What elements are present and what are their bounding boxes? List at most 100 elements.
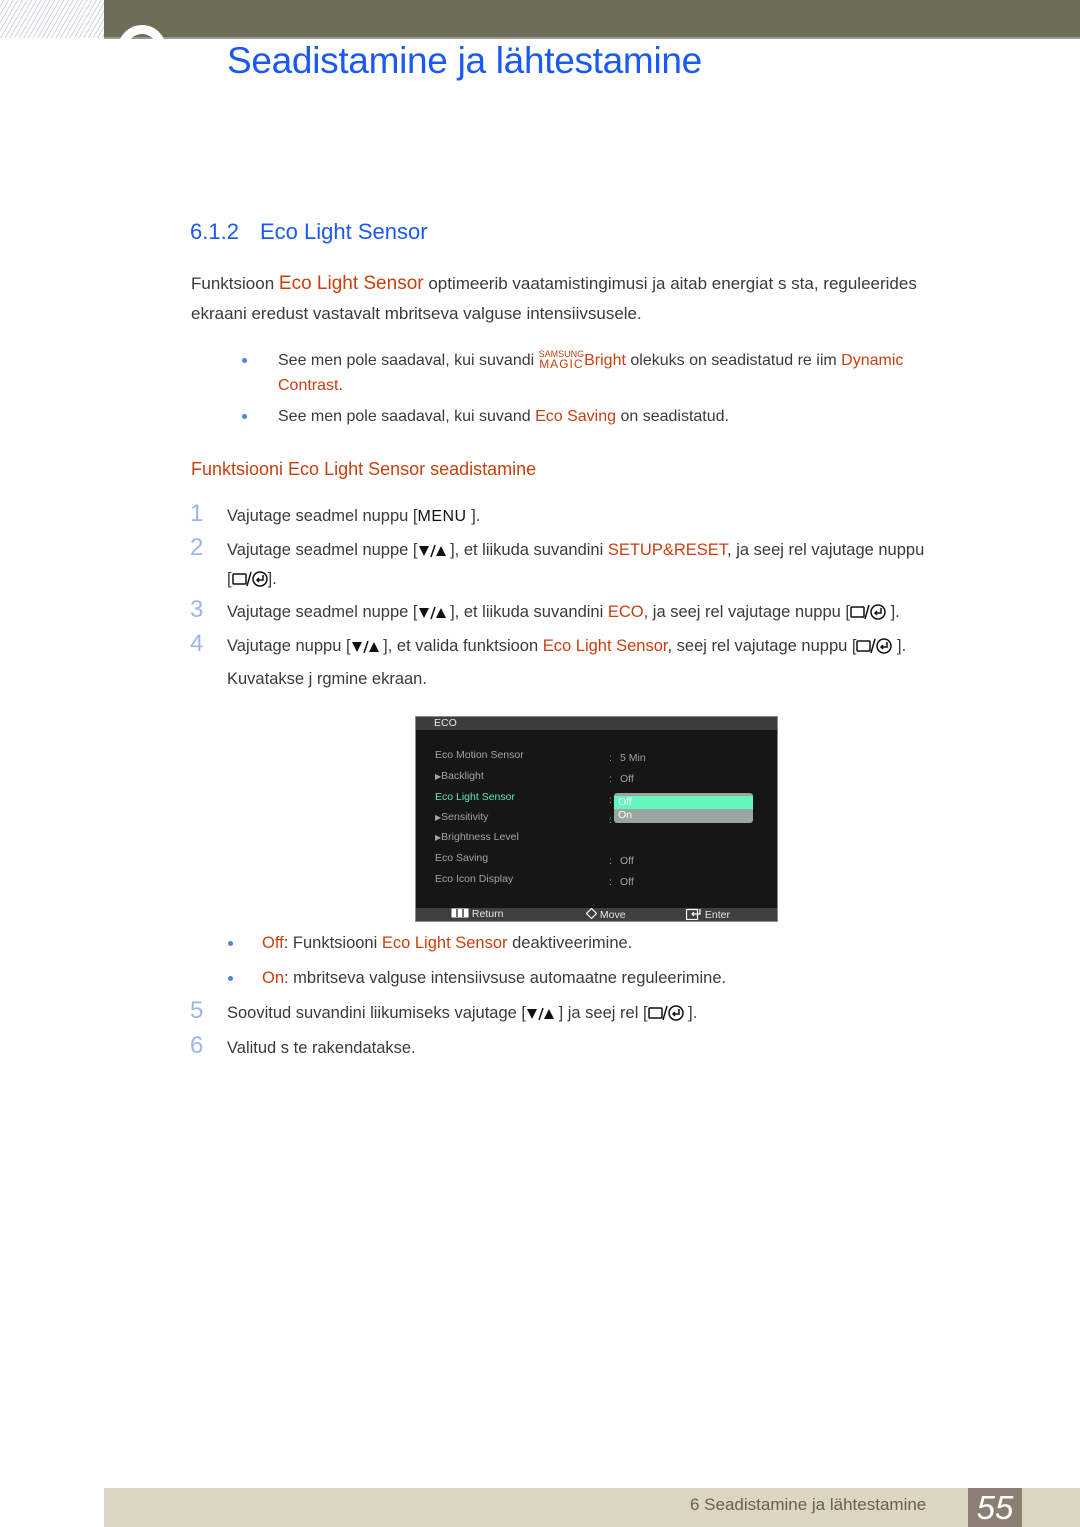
step-text: Vajutage seadmel nuppu [ xyxy=(227,507,418,525)
down-up-arrow-key-icon xyxy=(351,634,379,664)
intro-highlight: Eco Light Sensor xyxy=(278,273,424,294)
source-enter-key-icon xyxy=(856,634,893,664)
osd-row-brightness-level: ▶Brightness Level xyxy=(435,831,519,843)
step-text: ] ja seej rel [ xyxy=(554,1004,648,1022)
note-text: See men pole saadaval, kui suvand xyxy=(278,408,536,425)
step-text: ], et valida funktsioon xyxy=(378,637,543,655)
step-text: Soovitud suvandini liikumiseks vajutage … xyxy=(227,1004,526,1022)
source-enter-key-icon xyxy=(231,567,268,597)
intro-prefix: Funktsioon xyxy=(191,274,279,293)
osd-row-label: Eco Icon Display xyxy=(435,873,514,885)
step-6: 6 Valitud s te rakendatakse. xyxy=(190,1032,416,1063)
osd-footer: Return Move Enter xyxy=(416,907,777,922)
step-highlight: SETUP&RESET xyxy=(607,541,728,559)
osd-option-off: Off xyxy=(614,796,753,809)
osd-row-eco-saving: Eco Saving xyxy=(435,852,488,864)
menu-icon xyxy=(451,908,469,918)
step-text: ]. xyxy=(892,637,907,655)
header-hatch-decoration xyxy=(0,0,104,38)
source-enter-key-icon xyxy=(850,600,886,630)
chapter-title: Seadistamine ja lähtestamine xyxy=(227,40,702,81)
osd-move-label: Move xyxy=(599,909,626,921)
osd-row-label: Brightness Level xyxy=(441,831,519,843)
step-text: ], et liikuda suvandini xyxy=(445,603,608,621)
osd-row-eco-motion-sensor: Eco Motion Sensor xyxy=(435,749,524,761)
osd-enter-hint: Enter xyxy=(685,908,731,922)
osd-return-label: Return xyxy=(471,908,504,920)
step-number: 4 xyxy=(190,630,204,657)
header-bar xyxy=(104,0,1080,39)
note-highlight: Bright xyxy=(584,352,626,369)
down-up-arrow-key-icon xyxy=(526,1001,554,1031)
down-up-arrow-key-icon xyxy=(418,538,446,568)
step-text: , ja seej rel vajutage nuppu xyxy=(727,541,925,559)
note-text: . xyxy=(338,377,343,394)
note-text: on seadistatud. xyxy=(616,408,729,425)
step-text: ]. xyxy=(683,1004,698,1022)
option-highlight: Eco Light Sensor xyxy=(381,934,508,952)
step-3: 3 Vajutage seadmel nuppe [ ], et liikuda… xyxy=(190,596,987,630)
step-text: Vajutage seadmel nuppe [ xyxy=(227,603,418,621)
intro-paragraph: Funktsioon Eco Light Sensor optimeerib v… xyxy=(191,269,991,329)
osd-row-label: Eco Light Sensor xyxy=(435,791,515,803)
step-text: ]. xyxy=(886,603,900,621)
step-text: Vajutage seadmel nuppe [ xyxy=(227,541,418,559)
step-2-continuation: []. xyxy=(227,564,277,597)
section-heading: 6.1.2 Eco Light Sensor xyxy=(190,219,428,245)
step-text: , ja seej rel vajutage nuppu [ xyxy=(643,603,850,621)
bullet-icon xyxy=(242,414,247,419)
option-off-description: Off: Funktsiooni Eco Light Sensor deakti… xyxy=(228,931,632,956)
step-highlight: Eco Light Sensor xyxy=(542,637,668,655)
bullet-icon xyxy=(228,941,233,946)
enter-icon xyxy=(685,908,701,921)
osd-dropdown: Off On xyxy=(614,793,753,823)
note-item: See men pole saadaval, kui suvand Eco Sa… xyxy=(242,404,978,429)
step-number: 1 xyxy=(190,500,204,527)
osd-value-text: Off xyxy=(620,855,634,867)
osd-row-eco-icon-display: Eco Icon Display xyxy=(435,873,513,885)
procedure-heading: Funktsiooni Eco Light Sensor seadistamin… xyxy=(191,459,537,479)
samsung-magic-logo: SAMSUNG MAGIC xyxy=(539,350,585,371)
section-title: Eco Light Sensor xyxy=(260,219,428,244)
step-number: 5 xyxy=(190,997,204,1024)
page-number: 55 xyxy=(968,1488,1022,1527)
bullet-icon xyxy=(228,976,233,981)
osd-value-text: Off xyxy=(620,773,634,785)
source-enter-key-icon xyxy=(647,1001,684,1031)
step-2: 2 Vajutage seadmel nuppe [ ], et liikuda… xyxy=(190,534,987,568)
menu-key-label: MENU xyxy=(417,508,467,525)
section-number: 6.1.2 xyxy=(190,219,239,244)
osd-value: : Off xyxy=(609,773,634,785)
note-highlight: Dynamic xyxy=(841,352,904,369)
step-5: 5 Soovitud suvandini liikumiseks vajutag… xyxy=(190,997,698,1031)
option-text: : Funktsiooni xyxy=(283,934,382,952)
step-text: ], et liikuda suvandini xyxy=(445,541,608,559)
osd-option-on: On xyxy=(618,809,633,821)
note-text: See men pole saadaval, kui suvandi xyxy=(278,352,539,369)
osd-row-label: Sensitivity xyxy=(441,811,489,823)
osd-row-eco-light-sensor: Eco Light Sensor xyxy=(435,791,515,803)
step-text: , seej rel vajutage nuppu [ xyxy=(667,637,857,655)
osd-eco-menu: ECO Eco Motion Sensor :5 Min ▶Backlight … xyxy=(415,716,778,922)
chapter-circle-icon xyxy=(118,25,166,73)
osd-value: :5 Min xyxy=(609,752,646,764)
note-highlight: Contrast xyxy=(278,377,339,394)
osd-row-label: Backlight xyxy=(441,770,484,782)
step-1: 1 Vajutage seadmel nuppu [MENU ]. xyxy=(190,500,481,532)
note-highlight: Eco Saving xyxy=(535,408,616,425)
step-text: ]. xyxy=(466,507,481,525)
osd-row-sensitivity: ▶Sensitivity xyxy=(435,811,488,823)
osd-enter-label: Enter xyxy=(704,909,731,921)
footer-band xyxy=(104,1488,1080,1527)
osd-value: : Off xyxy=(609,855,634,867)
footer-chapter-label: 6 Seadistamine ja lähtestamine xyxy=(690,1495,927,1514)
intro-line1: optimeerib vaatamistingimusi ja aitab en… xyxy=(423,274,917,293)
option-text: : mbritseva valguse intensiivsuse automa… xyxy=(284,969,727,987)
step-number: 2 xyxy=(190,534,204,561)
intro-line2: ekraani eredust vastavalt mbritseva valg… xyxy=(191,304,642,323)
step-4-continuation: Kuvatakse j rgmine ekraan. xyxy=(227,670,427,688)
osd-value-text: 5 Min xyxy=(620,752,646,764)
osd-move-hint: Move xyxy=(585,907,626,922)
osd-row-label: Eco Motion Sensor xyxy=(435,749,524,761)
osd-row-backlight: ▶Backlight xyxy=(435,770,484,782)
